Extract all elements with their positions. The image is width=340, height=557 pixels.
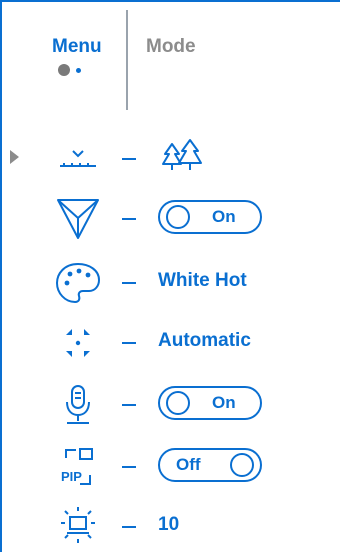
brightness-value: 10 (158, 514, 180, 535)
tab-mode[interactable]: Mode (146, 36, 196, 58)
menu-row-calibration[interactable] (0, 134, 340, 184)
calibration-horizon-icon (50, 134, 106, 184)
toggle-label: On (212, 393, 236, 412)
color-filter-triangle-icon (50, 194, 106, 244)
toggle-label: Off (176, 455, 201, 474)
page-indicator (52, 64, 108, 76)
row-separator-dash (122, 466, 136, 468)
menu-row-filter[interactable]: On (0, 194, 340, 244)
row-separator-dash (122, 282, 136, 284)
forest-trees-icon (158, 134, 208, 184)
tab-menu-label: Menu (52, 36, 102, 57)
toggle-knob (166, 205, 190, 229)
row-separator-dash (122, 404, 136, 406)
toggle-knob (166, 391, 190, 415)
calibration-mode-value: Automatic (158, 330, 251, 351)
menu-row-brightness[interactable]: 10 (0, 502, 340, 552)
page-dot-active (58, 64, 70, 76)
tab-menu[interactable]: Menu (52, 36, 108, 76)
row-separator-dash (122, 158, 136, 160)
palette-value: White Hot (158, 270, 247, 291)
row-separator-dash (122, 218, 136, 220)
pip-icon-text: PIP (61, 469, 82, 484)
display-brightness-icon (50, 502, 106, 552)
selection-arrow-icon (10, 150, 19, 164)
menu-row-pip[interactable]: PIP Off (0, 442, 340, 492)
toggle-label: On (212, 207, 236, 226)
pip-toggle[interactable]: Off (158, 448, 262, 482)
pip-icon: PIP (50, 442, 106, 492)
microphone-icon (50, 380, 106, 430)
calibration-arrows-icon (50, 318, 106, 368)
menu-row-palette[interactable]: White Hot (0, 258, 340, 308)
menu-row-microphone[interactable]: On (0, 380, 340, 430)
row-separator-dash (122, 342, 136, 344)
tab-divider (126, 10, 128, 110)
filter-toggle[interactable]: On (158, 200, 262, 234)
page-dot-inactive (76, 67, 81, 73)
menu-header: Menu Mode (0, 0, 340, 110)
row-separator-dash (122, 526, 136, 528)
menu-row-calibration-mode[interactable]: Automatic (0, 318, 340, 368)
microphone-toggle[interactable]: On (158, 386, 262, 420)
toggle-knob (230, 453, 254, 477)
palette-icon (50, 258, 106, 308)
